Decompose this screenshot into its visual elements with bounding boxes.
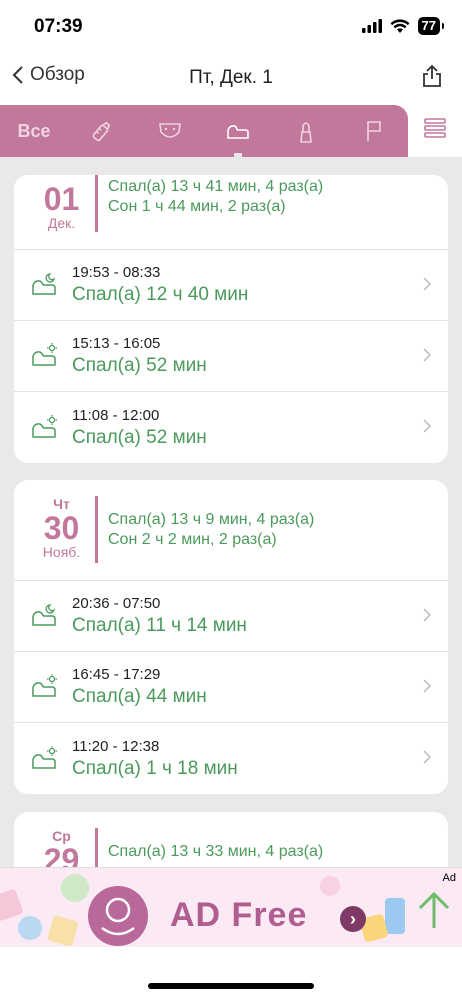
- flag-icon: [367, 121, 381, 141]
- status-icons: 77: [361, 17, 445, 35]
- day-header: 01 Дек. Спал(а) 13 ч 41 мин, 4 раз(а) Со…: [14, 175, 448, 250]
- chevron-right-icon: [423, 277, 432, 291]
- entry-time: 11:08 - 12:00: [72, 406, 160, 424]
- day-card: Ср 29 Спал(а) 13 ч 33 мин, 4 раз(а): [14, 812, 448, 867]
- nap-summary: Сон 2 ч 2 мин, 2 раз(а): [108, 531, 277, 548]
- sleep-summary: Спал(а) 13 ч 41 мин, 4 раз(а): [108, 178, 324, 195]
- day-card: 01 Дек. Спал(а) 13 ч 41 мин, 4 раз(а) Со…: [14, 175, 448, 463]
- tab-all-label: Все: [17, 120, 51, 141]
- ad-label: Ad: [442, 872, 456, 884]
- day-sleep-icon: [32, 414, 57, 438]
- list-icon: [424, 118, 446, 138]
- status-bar: 07:39 77: [0, 0, 462, 52]
- share-button[interactable]: [422, 64, 442, 93]
- date-box: Ср 29: [28, 828, 98, 867]
- tab-feeding[interactable]: [68, 105, 136, 157]
- date-box: Чт 30 Нояб.: [28, 496, 98, 563]
- day-header: Чт 30 Нояб. Спал(а) 13 ч 9 мин, 4 раз(а)…: [14, 480, 448, 581]
- sleep-summary: Спал(а) 13 ч 9 мин, 4 раз(а): [108, 511, 315, 528]
- ad-text: AD Free: [170, 896, 308, 934]
- diaper-icon: [159, 123, 181, 138]
- entry-time: 20:36 - 07:50: [72, 595, 161, 612]
- day-summary: Спал(а) 13 ч 9 мин, 4 раз(а) Сон 2 ч 2 м…: [108, 496, 314, 580]
- signal-icon: [361, 19, 382, 33]
- night-sleep-icon: [32, 604, 56, 626]
- day-number: 01: [43, 181, 80, 217]
- day-header: Ср 29 Спал(а) 13 ч 33 мин, 4 раз(а): [14, 812, 448, 867]
- nap-summary: Сон 1 ч 44 мин, 2 раз(а): [108, 198, 286, 215]
- bottle-icon: [92, 121, 111, 142]
- day-list[interactable]: 01 Дек. Спал(а) 13 ч 41 мин, 4 раз(а) Со…: [0, 157, 462, 867]
- day-sleep-icon: [32, 674, 57, 697]
- tab-milestones[interactable]: [340, 105, 408, 157]
- sleep-summary: Спал(а) 13 ч 33 мин, 4 раз(а): [108, 843, 324, 860]
- chevron-right-icon: [423, 750, 432, 764]
- entry-duration: Спал(а) 1 ч 18 мин: [72, 757, 238, 779]
- tab-all[interactable]: Все: [0, 105, 68, 157]
- entry-time: 11:20 - 12:38: [72, 737, 160, 755]
- list-view-button[interactable]: [424, 118, 446, 143]
- chevron-right-icon: [423, 679, 432, 693]
- share-icon: [423, 64, 441, 87]
- ad-arrow-icon: ›: [340, 906, 366, 932]
- bed-icon: [227, 125, 249, 139]
- day-sleep-icon: [32, 343, 57, 366]
- entry-time: 19:53 - 08:33: [72, 264, 161, 281]
- entry-time: 15:13 - 16:05: [72, 335, 161, 352]
- list-item[interactable]: 11:08 - 12:00 Спал(а) 52 мин: [14, 392, 448, 463]
- day-summary: Спал(а) 13 ч 33 мин, 4 раз(а): [108, 828, 323, 867]
- home-indicator: [148, 983, 314, 989]
- day-number: 29: [43, 842, 80, 867]
- month-label: Дек.: [47, 215, 76, 231]
- entry-duration: Спал(а) 44 мин: [72, 686, 207, 707]
- list-item[interactable]: 15:13 - 16:05 Спал(а) 52 мин: [14, 321, 448, 392]
- chevron-right-icon: [423, 419, 432, 433]
- tab-diaper[interactable]: [136, 105, 204, 157]
- page-title: Пт, Дек. 1: [189, 67, 273, 88]
- status-time: 07:39: [34, 16, 83, 37]
- wifi-icon: [390, 18, 410, 33]
- list-item[interactable]: 11:20 - 12:38 Спал(а) 1 ч 18 мин: [14, 723, 448, 794]
- list-item[interactable]: 19:53 - 08:33 Спал(а) 12 ч 40 мин: [14, 250, 448, 321]
- entry-duration: Спал(а) 52 мин: [72, 426, 207, 448]
- tab-pump[interactable]: [272, 105, 340, 157]
- navbar: Обзор Пт, Дек. 1: [0, 52, 462, 102]
- day-card: Чт 30 Нояб. Спал(а) 13 ч 9 мин, 4 раз(а)…: [14, 480, 448, 794]
- list-item[interactable]: 16:45 - 17:29 Спал(а) 44 мин: [14, 652, 448, 723]
- ad-logo: [88, 886, 148, 946]
- day-sleep-icon: [32, 745, 57, 769]
- entry-duration: Спал(а) 11 ч 14 мин: [72, 615, 247, 636]
- entry-time: 16:45 - 17:29: [72, 666, 161, 683]
- category-tabbar: Все: [0, 105, 408, 161]
- night-sleep-icon: [32, 273, 56, 295]
- month-label: Нояб.: [42, 544, 81, 560]
- chevron-right-icon: [423, 348, 432, 362]
- ad-banner[interactable]: AD Free › Ad: [0, 867, 462, 947]
- tab-sleep[interactable]: [204, 105, 272, 161]
- chevron-right-icon: [423, 608, 432, 622]
- day-number: 30: [43, 510, 80, 546]
- pump-icon: [300, 122, 312, 143]
- date-box: 01 Дек.: [28, 175, 98, 232]
- baby-icon: [101, 897, 135, 936]
- entry-duration: Спал(а) 52 мин: [72, 355, 207, 376]
- list-item[interactable]: 20:36 - 07:50 Спал(а) 11 ч 14 мин: [14, 581, 448, 652]
- day-summary: Спал(а) 13 ч 41 мин, 4 раз(а) Сон 1 ч 44…: [108, 175, 323, 249]
- entry-duration: Спал(а) 12 ч 40 мин: [72, 284, 249, 305]
- battery-indicator: 77: [417, 17, 445, 35]
